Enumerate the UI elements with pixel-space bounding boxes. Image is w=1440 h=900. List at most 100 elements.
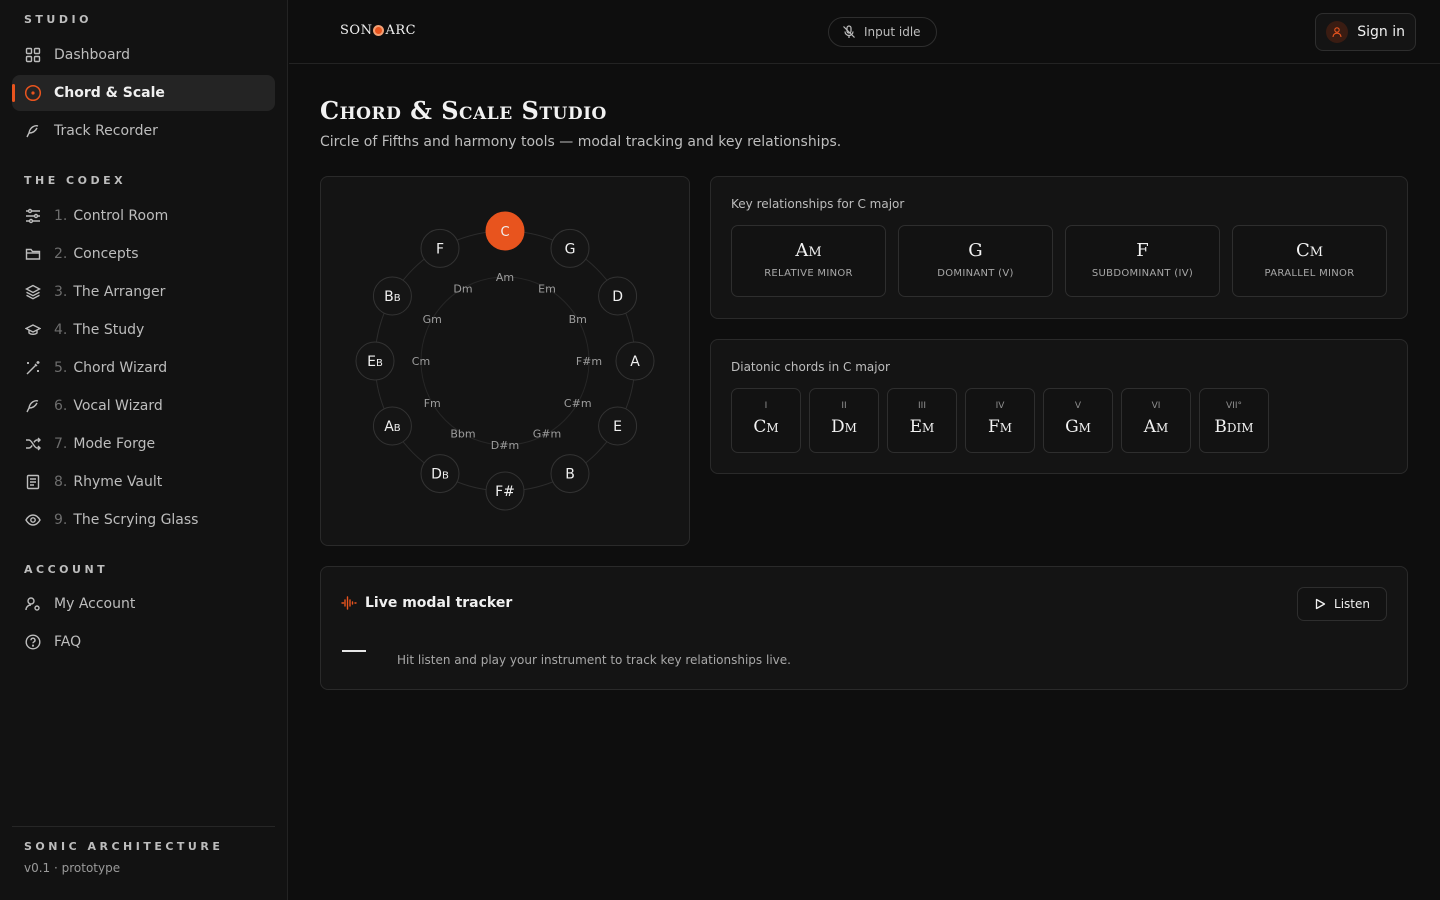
relationship-relative-minor[interactable]: Am RELATIVE MINOR [731, 225, 886, 297]
circle-minor-label[interactable]: Am [496, 271, 514, 284]
user-icon [1326, 21, 1349, 43]
circle-key-g[interactable]: G [550, 228, 590, 268]
sidebar-item-chord-scale[interactable]: Chord & Scale [12, 75, 275, 111]
circle-minor-label[interactable]: Em [538, 282, 556, 295]
diatonic-chord-name: Bdim [1214, 417, 1254, 437]
sidebar-item-scrying-glass[interactable]: 9. The Scrying Glass [12, 502, 275, 538]
circle-key-label: Bb [384, 289, 401, 305]
listen-label: Listen [1334, 597, 1370, 611]
sidebar-item-label: Vocal Wizard [73, 398, 163, 414]
sidebar-item-label: Dashboard [54, 47, 130, 63]
circle-minor-label[interactable]: Dm [453, 282, 472, 295]
relationship-subdominant[interactable]: F SUBDOMINANT (IV) [1065, 225, 1220, 297]
diatonic-chord-vii[interactable]: VII° Bdim [1199, 388, 1269, 453]
circle-key-label: G [565, 241, 576, 257]
sidebar-item-label: Chord Wizard [73, 360, 168, 376]
top-bar: SON ARC Input idle Sign in [289, 0, 1440, 64]
circle-key-label: Ab [384, 419, 401, 435]
circle-minor-label[interactable]: Bm [569, 313, 587, 326]
circle-key-label: E [613, 419, 622, 435]
target-icon [24, 84, 42, 102]
relationship-dominant[interactable]: G DOMINANT (V) [898, 225, 1053, 297]
diatonic-chord-ii[interactable]: II Dm [809, 388, 879, 453]
diatonic-chord-vi[interactable]: VI Am [1121, 388, 1191, 453]
relationship-chord: Cm [1295, 240, 1324, 261]
help-circle-icon [24, 633, 42, 651]
circle-key-bb[interactable]: Bb [372, 276, 412, 316]
listen-button[interactable]: Listen [1297, 587, 1387, 621]
circle-key-f[interactable]: F [420, 228, 460, 268]
diatonic-numeral: V [1074, 401, 1082, 411]
key-relationships-label: Key relationships for C major [731, 197, 905, 211]
wand-icon [24, 359, 42, 377]
circle-key-d[interactable]: D [598, 276, 638, 316]
circle-minor-label[interactable]: G#m [533, 428, 561, 441]
diatonic-numeral: II [841, 401, 847, 411]
circle-minor-label[interactable]: F#m [576, 355, 602, 368]
circle-key-ab[interactable]: Ab [372, 406, 412, 446]
diatonic-chord-name: Am [1143, 417, 1169, 437]
circle-minor-label[interactable]: Gm [423, 313, 442, 326]
relationship-caption: RELATIVE MINOR [764, 268, 853, 279]
circle-key-label: F# [495, 484, 515, 500]
circle-minor-label[interactable]: D#m [491, 439, 519, 452]
diatonic-chord-i[interactable]: I Cm [731, 388, 801, 453]
circle-key-b[interactable]: B [550, 454, 590, 494]
diatonic-chord-name: Em [909, 417, 935, 437]
diatonic-numeral: VII° [1226, 401, 1242, 411]
diatonic-chord-name: Fm [987, 417, 1013, 437]
shuffle-icon [24, 435, 42, 453]
circle-key-label: D [612, 289, 623, 305]
sidebar-item-mode-forge[interactable]: 7. Mode Forge [12, 426, 275, 462]
layers-icon [24, 283, 42, 301]
diatonic-chord-iii[interactable]: III Em [887, 388, 957, 453]
tracker-title: Live modal tracker [341, 595, 512, 611]
sign-in-button[interactable]: Sign in [1315, 13, 1416, 51]
circle-minor-label[interactable]: Fm [424, 397, 441, 410]
brand-logo[interactable]: SON ARC [340, 23, 416, 38]
circle-minor-label[interactable]: C#m [564, 397, 592, 410]
sidebar-item-study[interactable]: 4. The Study [12, 312, 275, 348]
diatonic-chords-card: Diatonic chords in C major I Cm II Dm II… [710, 339, 1408, 474]
sidebar: STUDIO Dashboard Chord & Scale Track Rec… [0, 0, 288, 900]
diatonic-numeral: IV [995, 401, 1005, 411]
diatonic-chords-label: Diatonic chords in C major [731, 360, 890, 374]
circle-key-label: F [436, 241, 444, 257]
sidebar-item-label: My Account [54, 596, 136, 612]
diatonic-chord-name: Gm [1065, 417, 1091, 437]
relationship-caption: SUBDOMINANT (IV) [1091, 268, 1194, 279]
circle-key-label: Eb [367, 354, 383, 370]
sidebar-item-rhyme-vault[interactable]: 8. Rhyme Vault [12, 464, 275, 500]
sidebar-item-label: Concepts [73, 246, 139, 262]
sidebar-item-control-room[interactable]: 1. Control Room [12, 198, 275, 234]
circle-key-c[interactable]: C [485, 211, 525, 251]
feather-icon [24, 122, 42, 140]
sidebar-item-faq[interactable]: FAQ [12, 624, 275, 660]
sign-in-label: Sign in [1357, 24, 1405, 40]
diatonic-numeral: III [918, 401, 926, 411]
circle-minor-label[interactable]: Bbm [450, 428, 475, 441]
circle-key-label: C [500, 225, 509, 240]
relationship-parallel-minor[interactable]: Cm PARALLEL MINOR [1232, 225, 1387, 297]
circle-of-fifths[interactable]: C G D A E B F# Db Ab Eb Bb F Am Em Bm F#m C#m G#m D#m Bbm F… [321, 177, 689, 545]
diatonic-chord-v[interactable]: V Gm [1043, 388, 1113, 453]
circle-minor-label[interactable]: Cm [412, 355, 430, 368]
sidebar-item-chord-wizard[interactable]: 5. Chord Wizard [12, 350, 275, 386]
circle-key-label: Db [431, 467, 449, 483]
sidebar-item-concepts[interactable]: 2. Concepts [12, 236, 275, 272]
sidebar-item-number: 5. [54, 360, 68, 376]
sidebar-item-vocal-wizard[interactable]: 6. Vocal Wizard [12, 388, 275, 424]
circle-key-eb[interactable]: Eb [355, 341, 395, 381]
circle-key-e[interactable]: E [598, 406, 638, 446]
circle-key-db[interactable]: Db [420, 454, 460, 494]
input-status-pill[interactable]: Input idle [828, 17, 937, 47]
circle-key-a[interactable]: A [615, 341, 655, 381]
sidebar-item-my-account[interactable]: My Account [12, 586, 275, 622]
diatonic-chord-iv[interactable]: IV Fm [965, 388, 1035, 453]
sidebar-item-arranger[interactable]: 3. The Arranger [12, 274, 275, 310]
diatonic-numeral: I [764, 401, 768, 411]
circle-key-f-sharp[interactable]: F# [485, 471, 525, 511]
sidebar-item-track-recorder[interactable]: Track Recorder [12, 113, 275, 149]
sidebar-item-dashboard[interactable]: Dashboard [12, 37, 275, 73]
user-cog-icon [24, 595, 42, 613]
